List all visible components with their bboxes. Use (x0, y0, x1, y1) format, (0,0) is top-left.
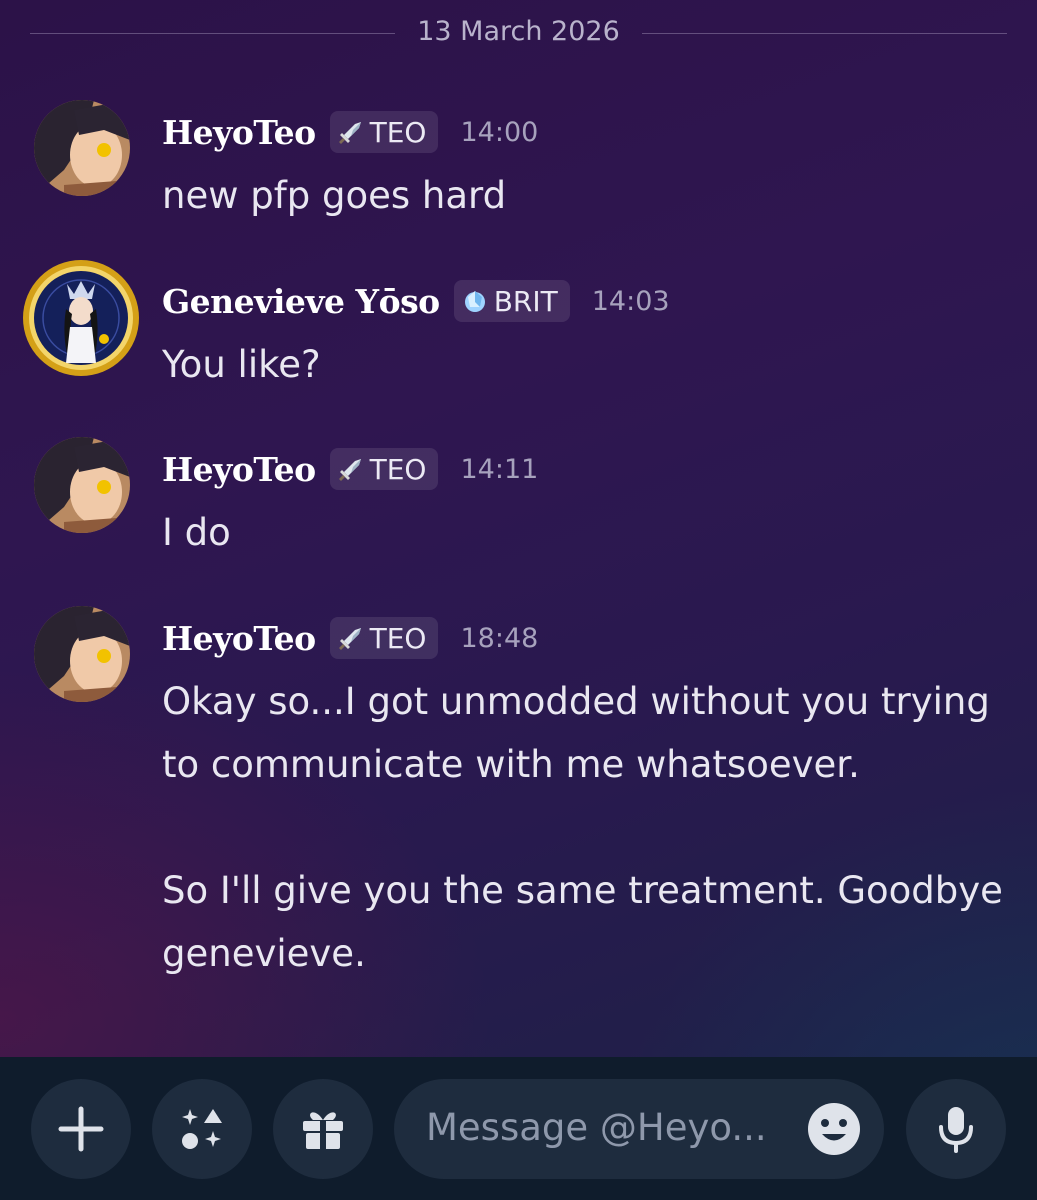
emoji-icon (808, 1103, 860, 1155)
divider-line (30, 33, 395, 34)
message-line (162, 796, 1007, 859)
message-line: to communicate with me whatsoever. (162, 743, 860, 786)
timestamp: 14:00 (460, 116, 539, 148)
message-input[interactable]: Message @Heyo... (394, 1079, 884, 1179)
server-tag[interactable]: BRIT (453, 280, 570, 322)
apps-button[interactable] (152, 1079, 252, 1179)
sword-icon (338, 459, 361, 481)
message-line: new pfp goes hard (162, 174, 507, 217)
gift-icon (303, 1112, 343, 1149)
timestamp: 14:03 (591, 285, 670, 317)
avatar[interactable] (22, 259, 140, 377)
tag-label: TEO (369, 621, 427, 655)
tag-label: TEO (369, 452, 427, 486)
username[interactable]: HeyoTeo (162, 113, 316, 152)
message-line: So I'll give you the same treatment. Goo… (162, 869, 1003, 912)
tag-label: TEO (369, 115, 427, 149)
server-tag[interactable]: TEO (329, 111, 439, 153)
message-content: new pfp goes hard (162, 164, 1007, 227)
message-header: HeyoTeo TEO 14:11 (162, 447, 538, 491)
voice-message-button[interactable] (906, 1079, 1006, 1179)
message-header: HeyoTeo TEO 18:48 (162, 616, 538, 660)
message-content: I do (162, 501, 1007, 564)
sword-icon (338, 628, 361, 650)
timestamp: 14:11 (460, 453, 539, 485)
username[interactable]: HeyoTeo (162, 619, 316, 658)
message-line: I do (162, 511, 231, 554)
avatar[interactable] (34, 100, 130, 196)
message-input-placeholder: Message @Heyo... (426, 1106, 767, 1149)
server-tag[interactable]: TEO (329, 617, 439, 659)
message-line: Okay so...I got unmodded without you try… (162, 680, 990, 723)
sword-icon (338, 122, 361, 144)
divider-line (642, 33, 1007, 34)
composer-bar: Message @Heyo... (0, 1057, 1037, 1200)
message-header: HeyoTeo TEO 14:00 (162, 110, 538, 154)
microphone-icon (939, 1107, 973, 1153)
gift-button[interactable] (273, 1079, 373, 1179)
message-line: genevieve. (162, 932, 366, 975)
tag-label: BRIT (493, 284, 558, 318)
apps-icon (182, 1109, 222, 1149)
crystal-icon (464, 291, 485, 312)
emoji-button[interactable] (806, 1101, 862, 1161)
server-tag[interactable]: TEO (329, 448, 439, 490)
username[interactable]: Genevieve Yōso (162, 282, 440, 321)
avatar[interactable] (34, 437, 130, 533)
message-header: Genevieve Yōso BRIT 14:03 (162, 279, 670, 323)
date-label: 13 March 2026 (417, 16, 620, 47)
message-line: You like? (162, 343, 321, 386)
plus-icon (58, 1106, 104, 1152)
attach-button[interactable] (31, 1079, 131, 1179)
avatar[interactable] (34, 606, 130, 702)
date-divider: 13 March 2026 (30, 0, 1007, 66)
message-content: Okay so...I got unmodded without you try… (162, 670, 1007, 985)
username[interactable]: HeyoTeo (162, 450, 316, 489)
message-content: You like? (162, 333, 1007, 396)
timestamp: 18:48 (460, 622, 539, 654)
